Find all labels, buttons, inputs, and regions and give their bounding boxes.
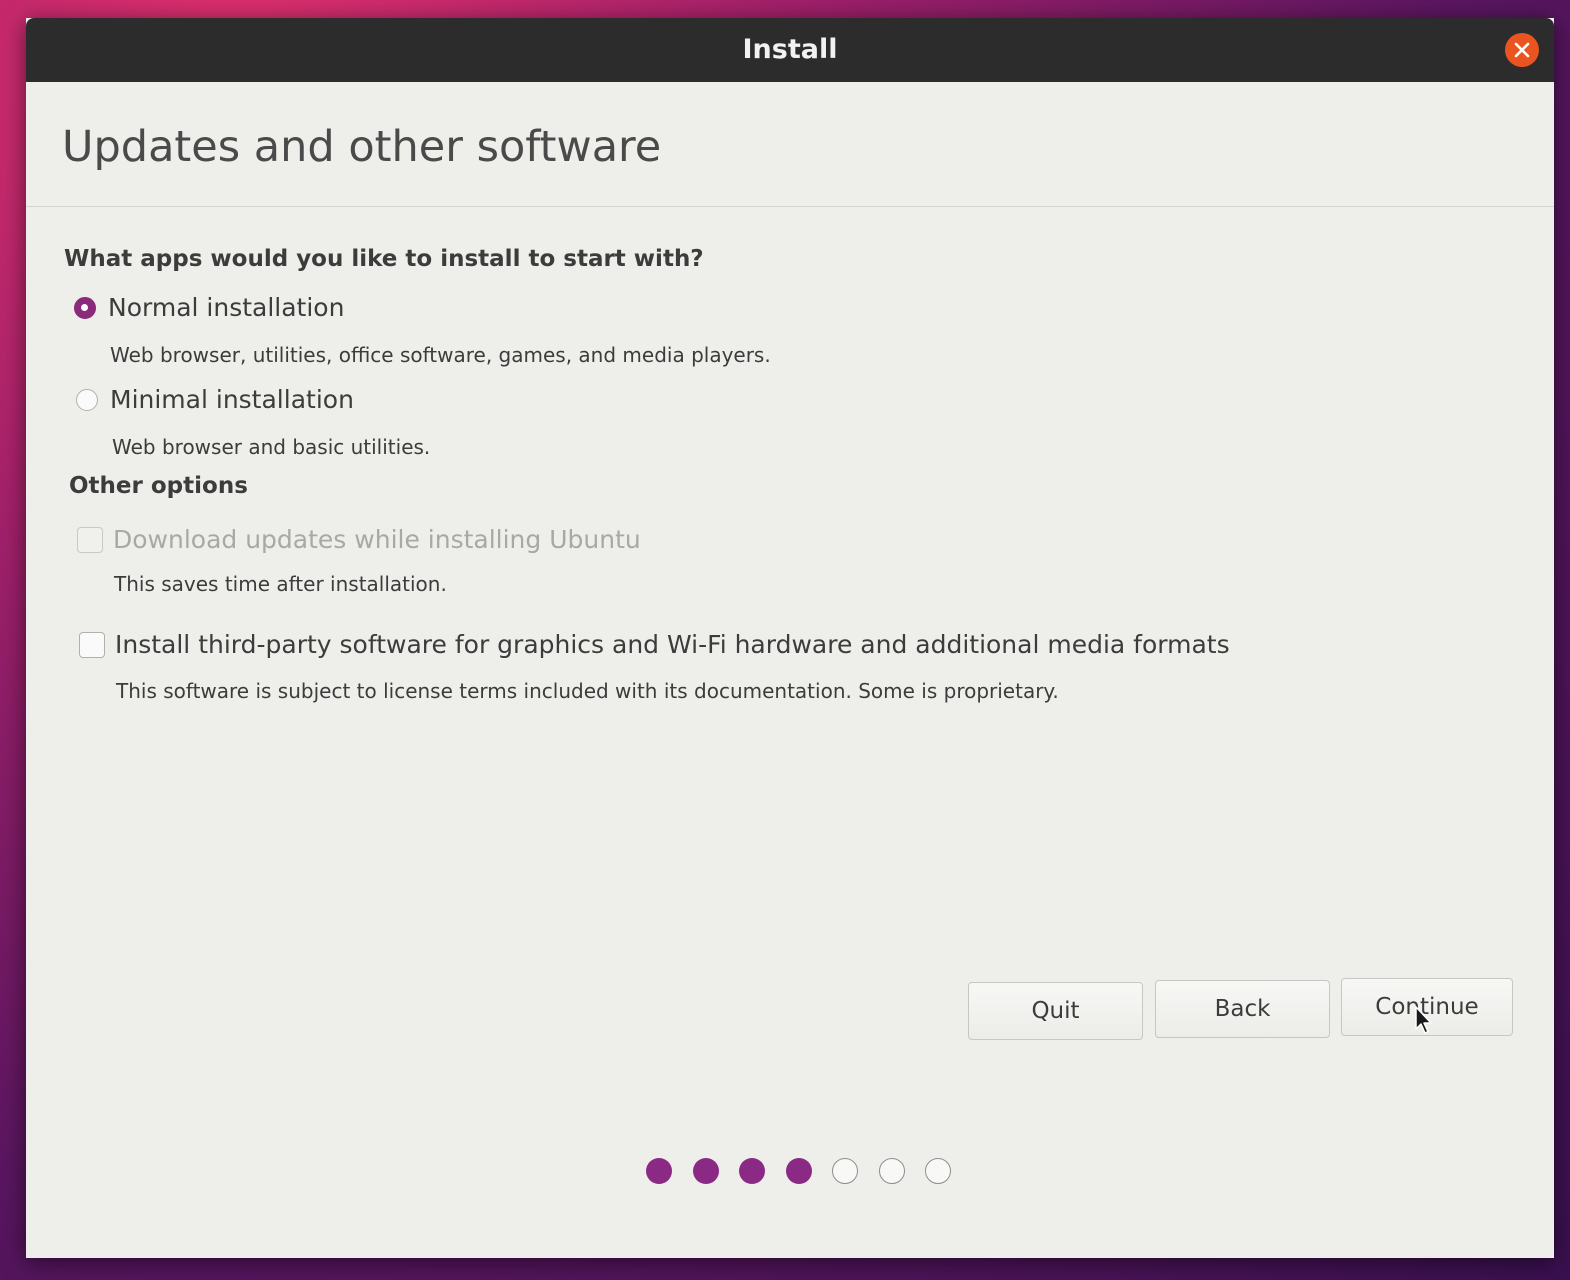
close-button[interactable]: [1505, 33, 1539, 67]
radio-selected-icon[interactable]: [74, 296, 96, 319]
progress-dot: [925, 1158, 951, 1184]
checkbox-disabled-icon: [77, 526, 103, 553]
download-updates-description: This saves time after installation.: [114, 572, 447, 596]
minimal-installation-description: Web browser and basic utilities.: [112, 435, 431, 459]
minimal-installation-label: Minimal installation: [110, 385, 354, 414]
page-title: Updates and other software: [62, 122, 662, 172]
mouse-pointer-icon: [1415, 1006, 1432, 1034]
progress-dots: [646, 1158, 972, 1184]
installer-content: Updates and other software What apps wou…: [26, 82, 1554, 1258]
quit-button[interactable]: Quit: [968, 982, 1143, 1040]
download-updates-label: Download updates while installing Ubuntu: [113, 525, 641, 554]
back-button[interactable]: Back: [1155, 980, 1330, 1038]
normal-installation-label: Normal installation: [108, 293, 345, 322]
apps-section-heading: What apps would you like to install to s…: [64, 246, 704, 272]
normal-installation-radio[interactable]: Normal installation: [74, 293, 344, 322]
header-divider: [26, 206, 1554, 207]
close-icon: [1514, 42, 1530, 58]
progress-dot: [692, 1158, 719, 1184]
checkbox-icon[interactable]: [79, 631, 105, 658]
radio-unselected-icon[interactable]: [76, 388, 98, 411]
normal-installation-description: Web browser, utilities, office software,…: [110, 343, 771, 367]
progress-dot: [878, 1158, 905, 1184]
minimal-installation-radio[interactable]: Minimal installation: [76, 385, 354, 414]
third-party-software-checkbox[interactable]: Install third-party software for graphic…: [79, 630, 1230, 659]
download-updates-checkbox: Download updates while installing Ubuntu: [77, 525, 641, 554]
progress-dot: [739, 1158, 765, 1184]
third-party-software-description: This software is subject to license term…: [116, 679, 1059, 703]
third-party-software-label: Install third-party software for graphic…: [115, 630, 1230, 659]
installer-window: Install Updates and other software What …: [26, 18, 1554, 1258]
title-bar[interactable]: Install: [26, 18, 1554, 82]
progress-dot: [832, 1158, 858, 1184]
window-title: Install: [742, 34, 838, 65]
progress-dot: [646, 1158, 672, 1184]
other-options-heading: Other options: [69, 473, 248, 499]
progress-dot: [785, 1158, 812, 1184]
